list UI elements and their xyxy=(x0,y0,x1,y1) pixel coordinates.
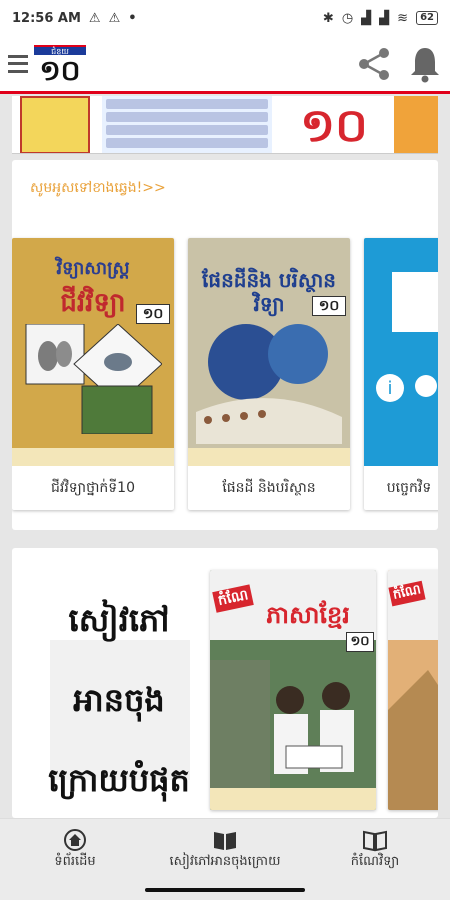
book-cover: ផែនដីនិង បរិស្ថានវិទ្យា ១០ xyxy=(188,238,350,466)
signal-icon: ▟ xyxy=(379,10,390,26)
status-bar: 12:56 AM ⚠ ⚠ • ✱ ◷ ▟ ▟ ≋ 62 xyxy=(0,0,450,36)
grade-badge: ១០ xyxy=(312,296,346,316)
cover-illustration xyxy=(196,324,342,444)
book-cover: វិទ្យាសាស្ត្រ ជីវវិទ្យា ១០ xyxy=(12,238,174,466)
signal-icon: ▟ xyxy=(361,10,372,26)
book-icon xyxy=(300,827,450,853)
app-bar: ជំនួយ ១០ xyxy=(0,36,450,94)
book-card[interactable]: i បច្ចេកវិទ xyxy=(364,238,438,510)
menu-icon[interactable] xyxy=(8,52,28,76)
svg-text:i: i xyxy=(387,378,392,399)
book-card[interactable]: កំណែ xyxy=(388,570,438,810)
nav-home[interactable]: ទំព័រដើម xyxy=(0,827,150,872)
cover-illustration xyxy=(25,324,162,434)
dot-icon: • xyxy=(128,10,137,26)
book-title: បច្ចេកវិទ xyxy=(386,480,432,496)
cover-footer xyxy=(12,448,174,466)
warning-icon: ⚠ xyxy=(88,10,101,26)
recent-books-section: សៀវភៅ អានចុង ក្រោយបំផុត កំណែ ភាសាខ្មែរ ១… xyxy=(12,548,438,818)
cover-title: ភាសាខ្មែរ xyxy=(266,601,350,629)
recent-reading-card[interactable]: សៀវភៅ អានចុង ក្រោយបំផុត xyxy=(32,570,206,810)
banner-book-image xyxy=(394,96,438,153)
book-cover: កំណែ ភាសាខ្មែរ ១០ xyxy=(210,570,376,810)
book-cover: i xyxy=(364,238,438,466)
recent-reading-line: ក្រោយបំផុត xyxy=(48,761,190,799)
info-icon: i xyxy=(376,374,437,402)
nav-recent-books[interactable]: សៀវភៅអានចុងក្រោយ xyxy=(150,827,300,872)
home-icon xyxy=(0,827,150,853)
cover-illustration xyxy=(210,660,376,810)
book-card[interactable]: កំណែ ភាសាខ្មែរ ១០ xyxy=(210,570,376,810)
recent-reading-line: អានចុង xyxy=(73,681,165,719)
cover-footer xyxy=(188,448,350,466)
open-book-icon xyxy=(150,827,300,853)
app-logo: ជំនួយ ១០ xyxy=(32,39,88,89)
bluetooth-icon: ✱ xyxy=(322,10,334,26)
cover-subject: វិទ្យាសាស្ត្រ xyxy=(56,258,130,279)
book-card[interactable]: ផែនដីនិង បរិស្ថានវិទ្យា ១០ ផែនដី និងបរិស… xyxy=(188,238,350,510)
banner-book-image xyxy=(20,96,90,153)
book-title: ផែនដី និងបរិស្ថាន xyxy=(222,480,316,496)
recent-reading-line: សៀវភៅ xyxy=(68,601,170,639)
nav-solutions[interactable]: កំណែវិទ្យា xyxy=(300,827,450,872)
nav-label: សៀវភៅអានចុងក្រោយ xyxy=(169,854,281,869)
book-card[interactable]: វិទ្យាសាស្ត្រ ជីវវិទ្យា ១០ ជីវវិទ្យាថ្នា… xyxy=(12,238,174,510)
book-cover: កំណែ xyxy=(388,570,438,810)
banner-feature-list xyxy=(102,96,272,153)
swipe-hint: សូមអូសទៅខាងឆ្វេង!>> xyxy=(30,180,166,196)
recent-reading-cover: សៀវភៅ អានចុង ក្រោយបំផុត xyxy=(32,570,206,810)
nav-label: កំណែវិទ្យា xyxy=(350,854,400,869)
book-section: សូមអូសទៅខាងឆ្វេង!>> វិទ្យាសាស្ត្រ ជីវវិទ… xyxy=(12,160,438,530)
home-indicator[interactable] xyxy=(145,888,305,892)
status-time: 12:56 AM xyxy=(12,10,81,26)
battery-icon: 62 xyxy=(416,11,438,25)
grade-badge: ១០ xyxy=(346,632,374,652)
promo-banner[interactable]: ១០ xyxy=(12,96,438,154)
grade-badge: ១០ xyxy=(136,304,170,324)
wifi-icon: ≋ xyxy=(397,10,409,26)
alarm-icon: ◷ xyxy=(341,10,354,26)
book-title: ជីវវិទ្យាថ្នាក់ទី10 xyxy=(51,480,135,496)
nav-label: ទំព័រដើម xyxy=(54,854,96,869)
warning-icon: ⚠ xyxy=(108,10,121,26)
logo-number: ១០ xyxy=(32,54,88,86)
share-icon[interactable] xyxy=(354,44,394,84)
banner-number: ១០ xyxy=(274,96,394,153)
cover-text-block xyxy=(392,272,438,332)
bell-icon[interactable] xyxy=(408,44,442,84)
cover-illustration xyxy=(388,670,438,810)
